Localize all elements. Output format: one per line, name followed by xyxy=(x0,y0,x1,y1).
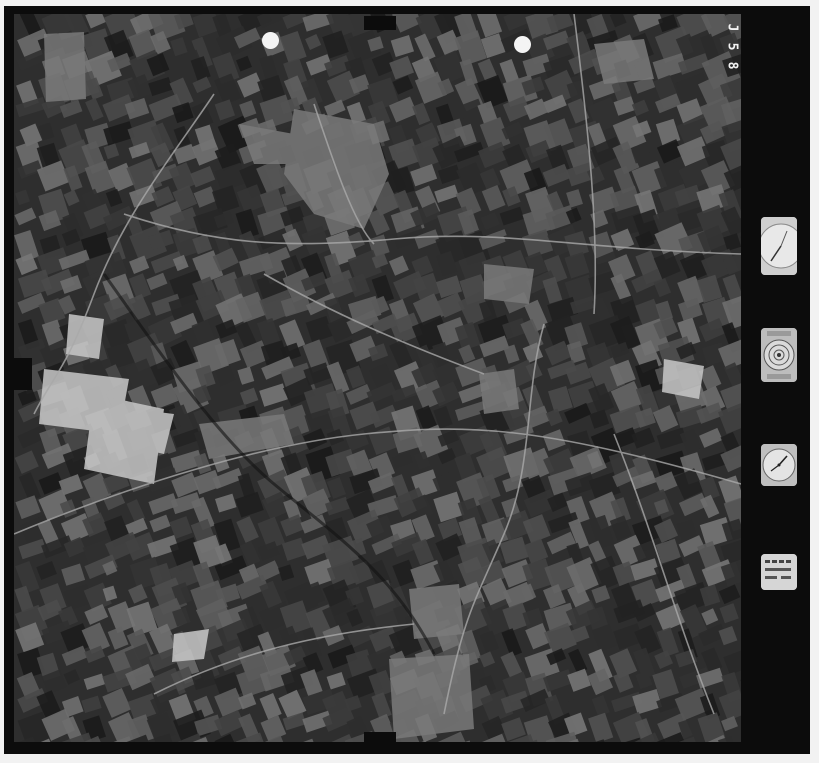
fiducial-notch-left xyxy=(4,358,32,390)
aerial-photograph xyxy=(14,14,741,742)
frame-letter: J xyxy=(724,23,740,32)
bubble-level-icon xyxy=(761,328,797,382)
fiducial-notch-top xyxy=(364,16,396,30)
frame-number: J 5 8 xyxy=(722,18,742,75)
frame-digit-1: 5 xyxy=(724,42,740,51)
altimeter-icon xyxy=(761,217,797,275)
fiducial-dot-left xyxy=(262,32,279,49)
fiducial-notch-bottom xyxy=(364,732,396,746)
clock-icon xyxy=(761,444,797,486)
terrain-map xyxy=(14,14,741,742)
counter-plate-icon xyxy=(761,554,797,590)
fiducial-dot-right xyxy=(514,36,531,53)
frame-digit-2: 8 xyxy=(724,61,740,70)
